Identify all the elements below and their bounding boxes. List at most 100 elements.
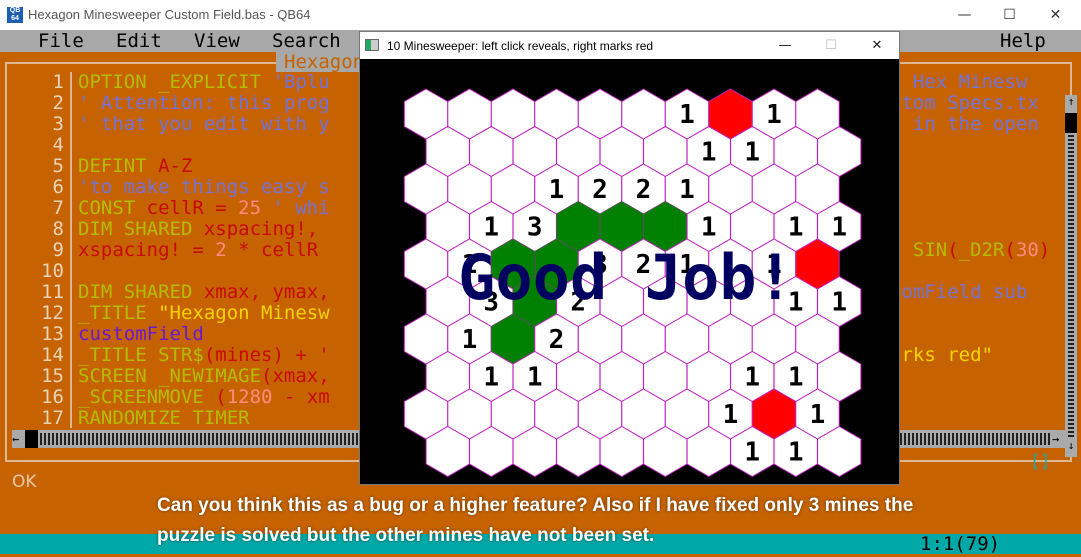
code-token: customField: [78, 323, 204, 345]
code-token: ): [1038, 239, 1051, 261]
cell-number: 1: [744, 138, 760, 168]
menu-file[interactable]: File: [38, 30, 84, 52]
maximize-button[interactable]: ☐: [987, 0, 1032, 30]
line-number: 15: [41, 365, 64, 387]
cell-number: 1: [723, 400, 739, 430]
bracket-indicator: []: [1030, 452, 1051, 472]
cell-number: 1: [831, 288, 847, 318]
code-token: (xmax,: [261, 365, 330, 387]
code-line: DIM SHARED xmax, ymax,: [78, 282, 330, 303]
game-maximize-button[interactable]: ☐: [808, 32, 854, 59]
code-line: DEFINT A-Z: [78, 156, 192, 177]
code-token: - xm: [272, 386, 330, 408]
cell-number: 1: [744, 438, 760, 468]
code-token: 30: [1015, 239, 1039, 261]
status-message: OK: [12, 472, 37, 492]
code-token: (: [947, 239, 959, 261]
line-number: 11: [41, 281, 64, 303]
code-token: 'Bplu: [272, 71, 330, 93]
code-line: ' Attention: this prog: [78, 93, 330, 114]
caption-line-1: Can you think this as a bug or a higher …: [157, 495, 914, 516]
code-line: _TITLE STR$(mines) + ': [78, 345, 330, 366]
cell-number: 3: [527, 213, 543, 243]
code-token: DIM SHARED: [78, 218, 204, 240]
cell-number: 2: [592, 175, 608, 205]
menu-search[interactable]: Search: [272, 30, 341, 52]
line-number: 2: [52, 92, 64, 114]
line-number: 7: [52, 197, 64, 219]
code-token: SCREEN _NEWIMAGE: [78, 365, 262, 387]
minimize-button[interactable]: —: [942, 0, 987, 30]
cell-number: 1: [701, 213, 717, 243]
ide-title-bar: QB 64 Hexagon Minesweeper Custom Field.ba…: [0, 0, 1081, 30]
file-tab-name: Hexagon: [276, 52, 366, 72]
cell-number: 1: [788, 363, 804, 393]
line-number: 12: [41, 302, 64, 324]
qb64-logo-icon: QB 64: [7, 7, 23, 23]
code-line: arks red": [890, 345, 993, 366]
scroll-right-icon[interactable]: →: [1052, 430, 1065, 448]
code-line: DIM SHARED xspacing!,: [78, 219, 318, 240]
cell-number: 1: [788, 213, 804, 243]
cell-number: 1: [527, 363, 543, 393]
code-line: _SCREENMOVE (1280 - xm: [78, 387, 330, 408]
code-token: ' whi: [261, 197, 330, 219]
line-number: 9: [52, 239, 64, 261]
cell-number: 2: [636, 175, 652, 205]
code-line: f Hex Minesw: [890, 72, 1027, 93]
code-token: (: [215, 386, 227, 408]
code-token: ' Attention: this prog: [78, 92, 330, 114]
menu-edit[interactable]: Edit: [116, 30, 162, 52]
code-line: OPTION _EXPLICIT 'Bplu: [78, 72, 330, 93]
code-token: n in the open: [890, 113, 1039, 135]
game-window-title: 10 Minesweeper: left click reveals, righ…: [387, 39, 654, 53]
vertical-scrollbar[interactable]: ↑ ↓: [1065, 95, 1077, 457]
scroll-up-icon[interactable]: ↑: [1065, 95, 1077, 113]
code-token: ' that you edit with y: [78, 113, 330, 135]
code-token: DIM SHARED: [78, 281, 204, 303]
game-close-button[interactable]: ✕: [854, 32, 900, 59]
code-line: CONST cellR = 25 ' whi: [78, 198, 330, 219]
code-token: arks red": [890, 344, 993, 366]
code-line: ' that you edit with y: [78, 114, 330, 135]
code-token: 1280: [226, 386, 273, 408]
minesweeper-window: 10 Minesweeper: left click reveals, righ…: [359, 31, 900, 485]
line-number: 3: [52, 113, 64, 135]
cell-number: 1: [549, 175, 565, 205]
code-line: 'to make things easy s: [78, 177, 330, 198]
code-token: xspacing! =: [78, 239, 216, 261]
code-line: RANDOMIZE TIMER: [78, 408, 250, 429]
line-number: 5: [52, 155, 64, 177]
line-number: 14: [41, 344, 64, 366]
code-token: _D2R: [958, 239, 1005, 261]
code-token: DEFINT: [78, 155, 159, 177]
line-number: 1: [52, 71, 64, 93]
code-token: _TITLE STR$: [78, 344, 204, 366]
caption-line-2: puzzle is solved but the other mines hav…: [157, 525, 655, 546]
line-number: 13: [41, 323, 64, 345]
code-token: 'to make things easy s: [78, 176, 330, 198]
code-line: n in the open: [890, 114, 1039, 135]
scroll-thumb[interactable]: [25, 430, 38, 448]
menu-view[interactable]: View: [194, 30, 240, 52]
cell-number: 1: [810, 400, 826, 430]
close-button[interactable]: ✕: [1033, 0, 1078, 30]
code-token: RANDOMIZE TIMER: [78, 407, 250, 429]
cell-number: 1: [483, 213, 499, 243]
code-token: tomField sub: [890, 281, 1028, 303]
hex-board[interactable]: 1 11 11 2 2 11 3 1 1 11 3 2 1 13 2 1 11 21 1 1 11 11 1Good Job…: [360, 59, 899, 484]
code-token: _TITLE: [78, 302, 159, 324]
code-token: CONST: [78, 197, 147, 219]
code-token: stom Specs.tx: [890, 92, 1039, 114]
scroll-down-icon[interactable]: ↓: [1065, 439, 1077, 457]
code-line: SCREEN _NEWIMAGE(xmax,: [78, 366, 330, 387]
menu-help[interactable]: Help: [1000, 30, 1046, 52]
code-token: A-Z: [158, 155, 193, 177]
scroll-thumb[interactable]: [1065, 113, 1077, 133]
cell-number: 1: [701, 138, 717, 168]
code-token: _SCREENMOVE: [78, 386, 216, 408]
code-token: 2: [215, 239, 227, 261]
scroll-left-icon[interactable]: ←: [12, 430, 25, 448]
line-number: 8: [52, 218, 64, 240]
game-minimize-button[interactable]: —: [762, 32, 808, 59]
